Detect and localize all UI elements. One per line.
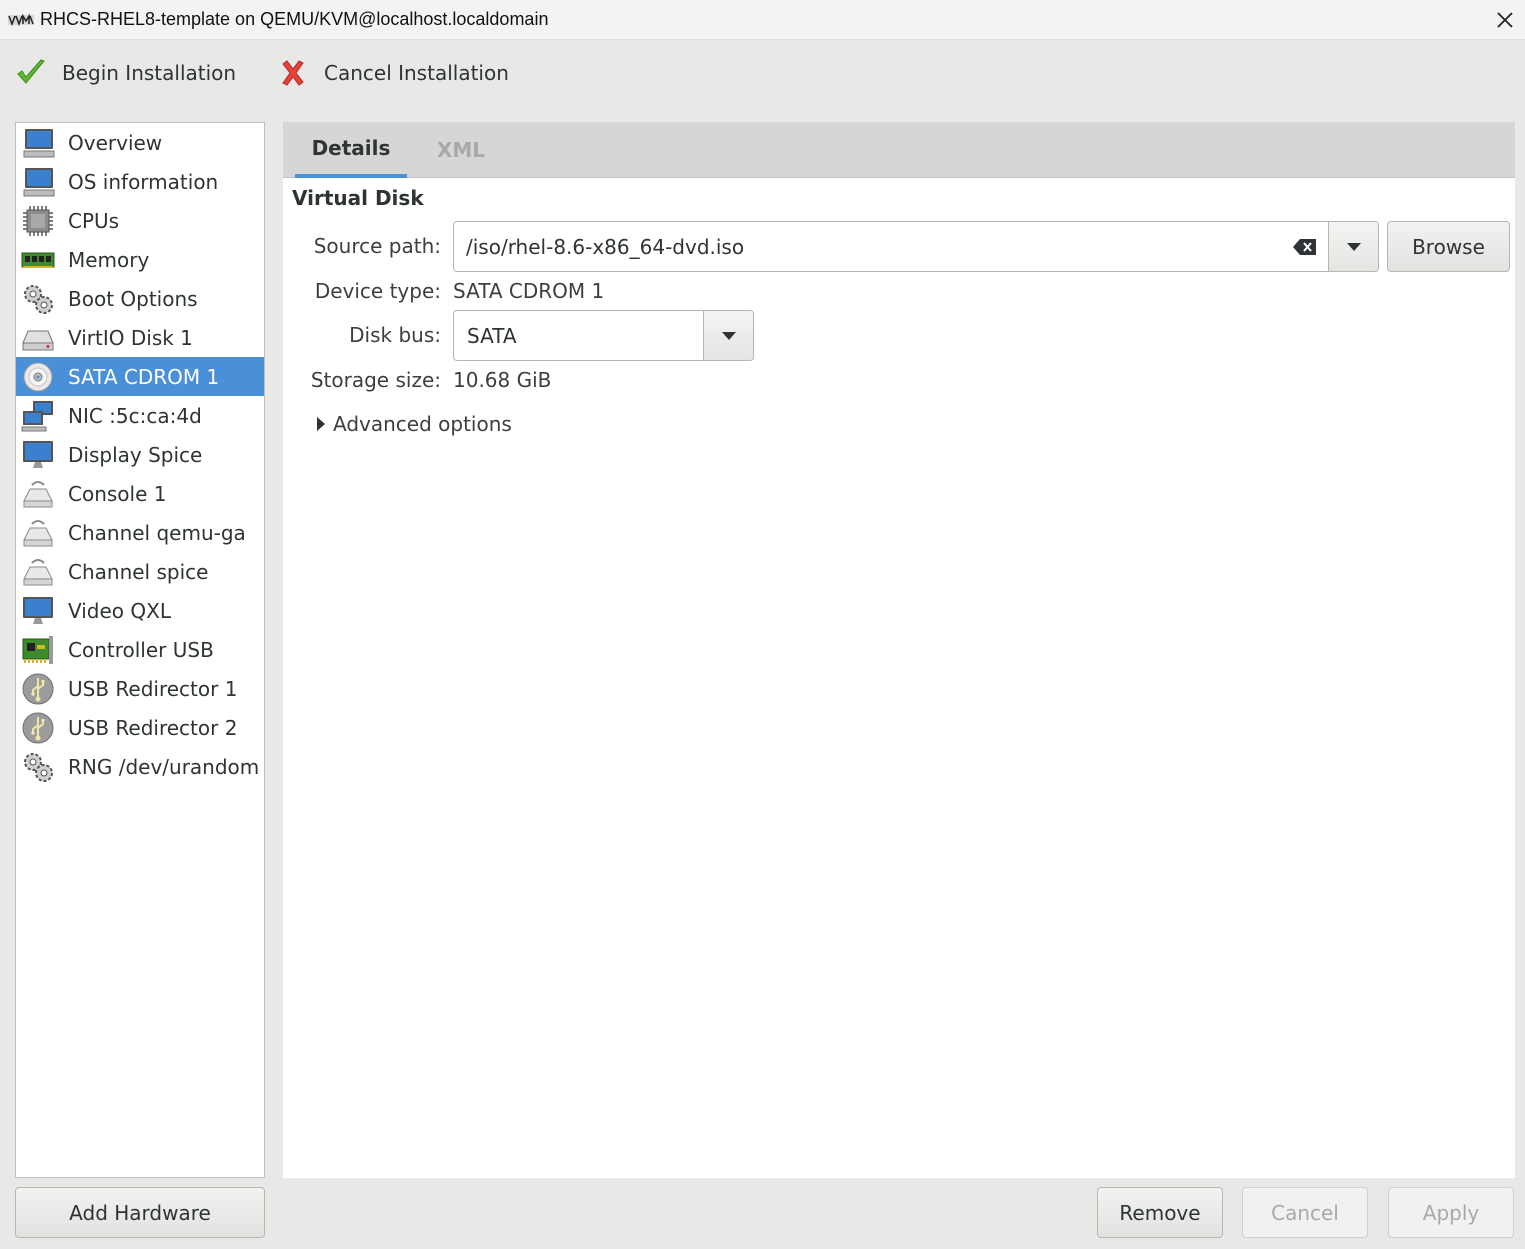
sidebar-item-label: OS information [68,169,219,194]
tab-bar: Details XML [283,122,1515,178]
sidebar-item-rng-dev-urandom[interactable]: RNG /dev/urandom [16,747,264,786]
memory-module-icon [20,242,56,278]
section-title: Virtual Disk [292,186,424,210]
sidebar-item-virtio-disk-1[interactable]: VirtIO Disk 1 [16,318,264,357]
begin-installation-button[interactable]: Begin Installation [14,53,236,93]
title-bar: RHCS-RHEL8-template on QEMU/KVM@localhos… [0,0,1525,40]
cpu-chip-icon [20,203,56,239]
disk-bus-select[interactable]: SATA [453,310,754,361]
chevron-down-icon [721,331,736,340]
details-panel: Details XML Virtual Disk Source path: /i… [283,122,1515,1178]
advanced-options-label: Advanced options [333,412,512,436]
sidebar-item-label: Channel qemu-ga [68,520,246,545]
serial-device-icon [20,554,56,590]
sidebar-item-label: CPUs [68,208,120,233]
chevron-down-icon [1346,242,1361,251]
sidebar-item-console-1[interactable]: Console 1 [16,474,264,513]
cancel-installation-label: Cancel Installation [324,61,509,85]
sidebar-item-label: Console 1 [68,481,167,506]
storage-size-value: 10.68 GiB [453,368,552,392]
browse-button[interactable]: Browse [1387,221,1510,272]
tab-details[interactable]: Details [295,122,407,178]
monitor-icon [20,125,56,161]
usb-icon [20,671,56,707]
cross-icon [276,56,310,90]
disk-bus-value: SATA [467,323,517,348]
sidebar-item-display-spice[interactable]: Display Spice [16,435,264,474]
add-hardware-button[interactable]: Add Hardware [15,1187,265,1238]
cancel-installation-button[interactable]: Cancel Installation [276,53,509,93]
sidebar-item-label: VirtIO Disk 1 [68,325,193,350]
sidebar-item-os-information[interactable]: OS information [16,162,264,201]
sidebar-item-channel-spice[interactable]: Channel spice [16,552,264,591]
sidebar-item-usb-redirector-1[interactable]: USB Redirector 1 [16,669,264,708]
advanced-options-expander[interactable]: Advanced options [317,412,512,436]
cancel-button[interactable]: Cancel [1242,1187,1368,1238]
device-type-value: SATA CDROM 1 [453,279,605,303]
clear-text-icon[interactable] [1282,222,1328,271]
sidebar-item-label: USB Redirector 1 [68,676,238,701]
sidebar-item-usb-redirector-2[interactable]: USB Redirector 2 [16,708,264,747]
remove-button[interactable]: Remove [1097,1187,1223,1238]
window-title: RHCS-RHEL8-template on QEMU/KVM@localhos… [40,9,549,29]
begin-installation-label: Begin Installation [62,61,237,85]
monitor-icon [20,593,56,629]
source-path-combo[interactable]: /iso/rhel-8.6-x86_64-dvd.iso [453,221,1379,272]
sidebar-item-label: Memory [68,247,150,272]
monitor-icon [20,164,56,200]
usb-icon [20,710,56,746]
source-path-input[interactable]: /iso/rhel-8.6-x86_64-dvd.iso [454,235,1282,259]
sidebar-item-channel-qemu-ga[interactable]: Channel qemu-ga [16,513,264,552]
source-path-label: Source path: [313,234,441,258]
gears-icon [20,749,56,785]
virt-manager-logo-icon [8,13,34,26]
sidebar-item-label: Channel spice [68,559,209,584]
sidebar-item-video-qxl[interactable]: Video QXL [16,591,264,630]
chevron-right-icon [317,414,333,434]
sidebar-item-label: SATA CDROM 1 [68,364,220,389]
checkmark-icon [14,56,48,90]
pci-card-icon [20,632,56,668]
gears-icon [20,281,56,317]
network-icon [20,398,56,434]
sidebar-item-label: Video QXL [68,598,171,623]
sidebar-item-boot-options[interactable]: Boot Options [16,279,264,318]
hard-disk-icon [20,320,56,356]
cdrom-disc-icon [20,359,56,395]
disk-bus-label: Disk bus: [349,323,441,347]
toolbar: Begin Installation Cancel Installation [0,41,1525,103]
sidebar-item-cpus[interactable]: CPUs [16,201,264,240]
storage-size-label: Storage size: [310,368,441,392]
sidebar-item-nic[interactable]: NIC :5c:ca:4d [16,396,264,435]
sidebar-item-label: Display Spice [68,442,203,467]
serial-device-icon [20,515,56,551]
apply-button[interactable]: Apply [1388,1187,1514,1238]
sidebar-item-label: NIC :5c:ca:4d [68,403,202,428]
sidebar-item-sata-cdrom-1[interactable]: SATA CDROM 1 [16,357,264,396]
monitor-icon [20,437,56,473]
serial-device-icon [20,476,56,512]
disk-bus-dropdown-button[interactable] [703,311,753,360]
sidebar-item-label: Overview [68,130,163,155]
sidebar-item-controller-usb[interactable]: Controller USB [16,630,264,669]
sidebar-item-memory[interactable]: Memory [16,240,264,279]
sidebar-item-overview[interactable]: Overview [16,123,264,162]
sidebar-item-label: Controller USB [68,637,214,662]
sidebar-item-label: Boot Options [68,286,198,311]
sidebar-item-label: RNG /dev/urandom [68,754,260,779]
tab-xml[interactable]: XML [417,122,505,178]
source-path-dropdown-button[interactable] [1328,222,1378,271]
device-type-label: Device type: [314,279,441,303]
close-icon[interactable] [1491,6,1519,34]
hardware-list: Overview OS information CPUs Memory Boot… [15,122,265,1178]
sidebar-item-label: USB Redirector 2 [68,715,238,740]
